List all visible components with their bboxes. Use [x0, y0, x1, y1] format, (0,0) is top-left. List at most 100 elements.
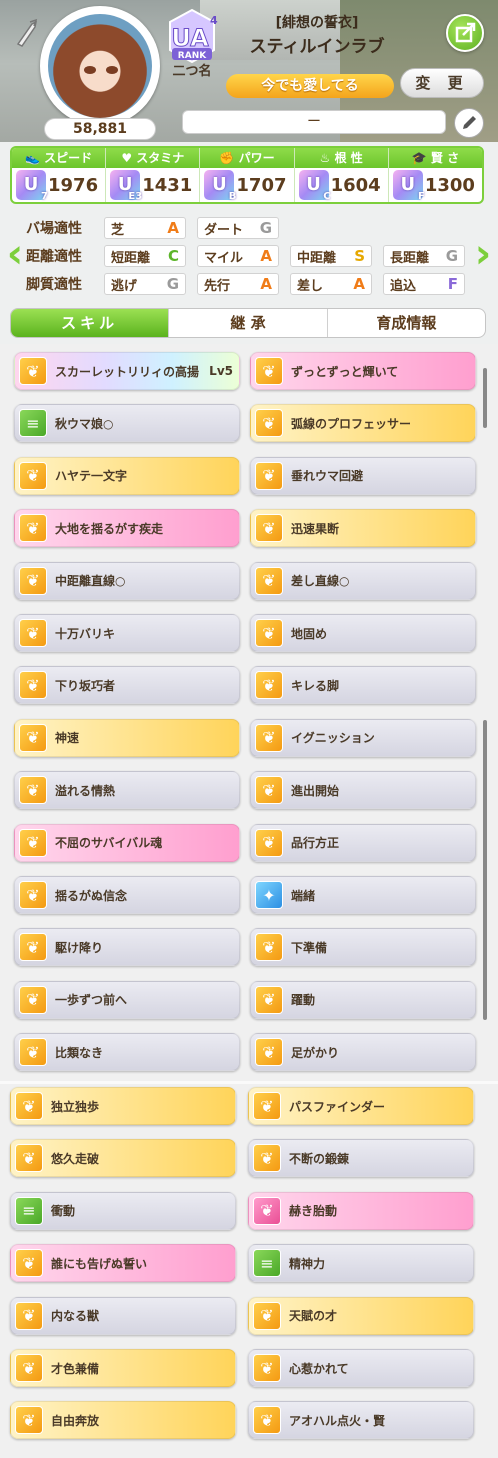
- skill-speed-icon: ❦: [19, 881, 47, 909]
- skill-item[interactable]: ❦ 不屈のサバイバル魂: [14, 823, 240, 862]
- comment-field[interactable]: ー: [182, 110, 446, 134]
- character-portrait: [48, 14, 152, 118]
- stat-grade-badge: UB: [204, 170, 236, 202]
- skill-speed-icon: ❦: [15, 1092, 43, 1120]
- next-arrow-icon[interactable]: ›: [470, 232, 496, 276]
- skill-name: 品行方正: [291, 836, 340, 851]
- skill-item[interactable]: ❦ 弧線のプロフェッサー: [250, 404, 476, 443]
- skill-item[interactable]: ❦ 迅速果断: [250, 509, 476, 548]
- aptitude-name: 中距離: [297, 250, 337, 266]
- skill-item[interactable]: ❦ 悠久走破: [10, 1139, 236, 1178]
- skill-item[interactable]: ❦ スカーレットリリィの高揚 Lv5: [14, 352, 240, 390]
- aptitude-grade: A: [167, 219, 179, 237]
- skill-item[interactable]: ≡ 精神力: [248, 1244, 474, 1283]
- skill-item[interactable]: ❦ 中距離直線○: [14, 561, 240, 600]
- skill-item[interactable]: ❦ 下準備: [250, 928, 476, 967]
- pencil-icon: [463, 116, 476, 129]
- tab-training-info[interactable]: 育成情報: [328, 309, 485, 337]
- aptitude-name: 差し: [297, 278, 324, 294]
- skill-item[interactable]: ❦ 不断の鍛錬: [248, 1139, 474, 1178]
- skill-item[interactable]: ❦ 足がかり: [250, 1033, 476, 1072]
- share-icon: [455, 22, 476, 43]
- skill-item[interactable]: ❦ アオハル点火・賢: [248, 1401, 474, 1440]
- skill-item[interactable]: ❦ パスファインダー: [248, 1087, 474, 1125]
- skill-speed-icon: ❦: [255, 514, 283, 543]
- skill-item[interactable]: ❦ 地固め: [250, 614, 476, 652]
- skill-name: 迅速果断: [291, 521, 340, 536]
- outfit-name: [緋想の誓衣]: [275, 15, 359, 31]
- skill-name: 秋ウマ娘○: [55, 416, 114, 431]
- skill-item[interactable]: ❦ 差し直線○: [250, 561, 476, 600]
- skill-item[interactable]: ❦ 誰にも告げぬ誓い: [10, 1244, 236, 1283]
- skill-item[interactable]: ❦ 十万バリキ: [14, 614, 240, 652]
- stat-label: ♥ スタミナ: [106, 148, 200, 168]
- skill-item[interactable]: ❦ 躍動: [250, 980, 476, 1019]
- skill-name: 足がかり: [291, 1045, 340, 1060]
- scrollbar-upper[interactable]: [483, 368, 487, 428]
- stat-grade-badge: UF: [392, 170, 425, 202]
- avatar[interactable]: [40, 6, 160, 126]
- stats-panel: 👟 スピード U 7 1976 ♥ スタミナ U E3 1431 ✊ パワー U B 1707 ♨ 根 …: [10, 146, 484, 204]
- skill-item[interactable]: ≡ 衝動: [10, 1191, 236, 1230]
- tab-skills[interactable]: スキル: [11, 309, 170, 337]
- skill-name: 十万バリキ: [55, 626, 116, 641]
- skill-item[interactable]: ❦ 心惹かれて: [248, 1349, 474, 1387]
- aptitude-name: 追込: [390, 278, 417, 294]
- skill-item[interactable]: ❦ 天賦の才: [248, 1296, 474, 1335]
- stat-grade-badge: U7: [16, 170, 48, 202]
- skill-name: 躍動: [291, 993, 316, 1008]
- skill-item[interactable]: ❦ 進出開始: [250, 771, 476, 810]
- skill-name: 不断の鍛錬: [289, 1151, 350, 1166]
- character-name: スティルインラブ: [249, 37, 385, 57]
- skill-item[interactable]: ❦ 比類なき: [14, 1033, 240, 1072]
- skill-name: ずっとずっと輝いて: [291, 364, 399, 379]
- skill-item[interactable]: ❦ 大地を揺るがす疾走: [14, 509, 240, 548]
- skill-item[interactable]: ❦ 垂れウマ回避: [250, 456, 476, 495]
- quiver-icon[interactable]: [14, 18, 40, 48]
- skill-item[interactable]: ❦ 下り坂巧者: [14, 666, 240, 705]
- skill-item[interactable]: ❦ イグニッション: [250, 718, 476, 757]
- skill-item[interactable]: ❦ 赫き胎動: [248, 1191, 474, 1230]
- stat-body: U 7 1976: [12, 168, 105, 202]
- skill-name: 端緒: [291, 888, 316, 903]
- skill-list: ❦ スカーレットリリィの高揚 Lv5 ❦ ずっとずっと輝いて ≡ 秋ウマ娘○ ❦ 弧線のプロフェ…: [0, 344, 498, 1458]
- skill-item[interactable]: ❦ ハヤテ一文字: [14, 456, 240, 495]
- rank-name: 二つ名: [172, 64, 212, 79]
- skill-item[interactable]: ❦ 自由奔放: [10, 1401, 236, 1440]
- share-button[interactable]: [446, 14, 484, 52]
- skill-name: 駆け降り: [55, 940, 104, 955]
- skill-item[interactable]: ✦ 端緒: [250, 876, 476, 914]
- skill-item[interactable]: ❦ 揺るがぬ信念: [14, 876, 240, 914]
- skill-name: 大地を揺るがす疾走: [55, 521, 164, 536]
- stat-grade-badge: UC: [298, 170, 331, 202]
- heart-icon: ♥: [121, 151, 133, 165]
- aptitude-style-2: 差し A: [290, 273, 372, 295]
- skill-item[interactable]: ❦ 品行方正: [250, 823, 476, 862]
- distance-aptitude-label: 距離適性: [26, 249, 82, 265]
- skill-item[interactable]: ❦ 独立独歩: [10, 1087, 236, 1125]
- skill-item[interactable]: ❦ 才色兼備: [10, 1349, 236, 1387]
- style-aptitude-row: 脚質適性: [26, 273, 102, 295]
- skill-item[interactable]: ❦ 駆け降り: [14, 928, 240, 967]
- skill-item[interactable]: ❦ キレる脚: [250, 666, 476, 705]
- aptitude-name: 芝: [111, 222, 125, 238]
- skill-item[interactable]: ≡ 秋ウマ娘○: [14, 404, 240, 443]
- track-aptitude-row: バ場適性: [26, 217, 102, 239]
- aptitude-distance-1: マイル A: [197, 245, 279, 267]
- skill-item[interactable]: ❦ 神速: [14, 718, 240, 757]
- skill-speed-icon: ❦: [255, 985, 283, 1014]
- tab-inheritance[interactable]: 継 承: [169, 309, 328, 337]
- skill-item[interactable]: ❦ 内なる獣: [10, 1296, 236, 1335]
- aptitude-grade: F: [447, 275, 458, 293]
- previous-arrow-icon[interactable]: ‹: [2, 232, 28, 276]
- change-title-button[interactable]: 変 更: [400, 68, 484, 98]
- skill-speed-icon: ❦: [19, 566, 47, 595]
- scrollbar-lower[interactable]: [483, 720, 487, 1020]
- aptitude-track-1: ダート G: [197, 217, 279, 239]
- skill-item[interactable]: ❦ 一歩ずつ前へ: [14, 980, 240, 1019]
- aptitude-style-3: 追込 F: [383, 273, 465, 295]
- skill-item[interactable]: ❦ 溢れる情熱: [14, 771, 240, 810]
- edit-comment-button[interactable]: [454, 108, 484, 138]
- skill-speed-icon: ❦: [15, 1249, 43, 1278]
- skill-item[interactable]: ❦ ずっとずっと輝いて: [250, 352, 476, 390]
